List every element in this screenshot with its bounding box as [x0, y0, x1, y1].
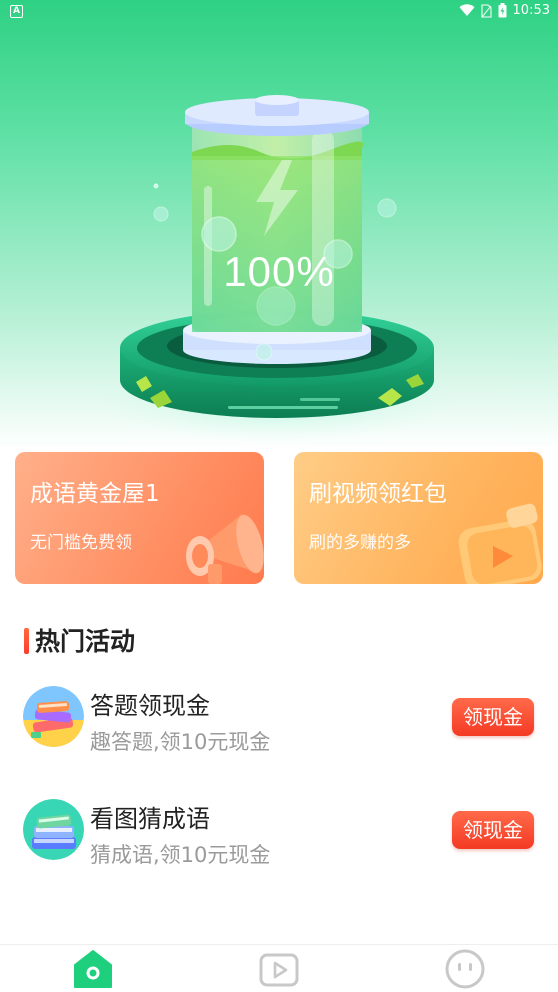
home-icon [74, 950, 112, 988]
bottom-navigation-bar [0, 944, 558, 992]
promo-card-watch-video[interactable]: 刷视频领红包 刷的多赚的多 [294, 452, 543, 584]
section-title-hot-activities: 热门活动 [35, 627, 136, 656]
activity-subtitle: 猜成语,领10元现金 [90, 843, 271, 867]
promo-card-title: 刷视频领红包 [309, 481, 447, 507]
wifi-icon [459, 4, 475, 16]
books-icon [23, 686, 84, 747]
promo-card-subtitle: 无门槛免费领 [30, 533, 132, 553]
clock: 10:53 [512, 3, 550, 18]
activity-title: 答题领现金 [90, 692, 210, 720]
promo-card-subtitle: 刷的多赚的多 [309, 533, 411, 553]
video-play-icon [458, 503, 542, 584]
promo-card-title: 成语黄金屋1 [30, 481, 160, 507]
battery-percent-label: 100% [223, 248, 335, 295]
section-accent-bar [24, 628, 29, 654]
promo-card-idiom-gold-house[interactable]: 成语黄金屋1 无门槛免费领 [15, 452, 264, 584]
book-stack-icon [23, 799, 84, 860]
status-icons: 10:53 [459, 3, 550, 18]
profile-face-icon [445, 949, 485, 989]
battery-status-icon [498, 3, 507, 18]
status-bar: A 10:53 [0, 0, 558, 24]
activity-subtitle: 趣答题,领10元现金 [90, 730, 271, 754]
nav-tab-home[interactable] [71, 947, 115, 991]
nav-tab-profile[interactable] [443, 947, 487, 991]
battery-illustration: 100% [0, 90, 558, 450]
activity-title: 看图猜成语 [90, 805, 210, 833]
claim-cash-button[interactable]: 领现金 [452, 698, 534, 736]
app-screen: A 10:53 100% 成语黄金屋1 无门槛免费领 刷视频领红包 刷的多赚的多… [0, 0, 558, 992]
activity-item-guess-idiom[interactable]: 看图猜成语 猜成语,领10元现金 领现金 [0, 799, 558, 889]
megaphone-icon [186, 514, 264, 584]
nav-tab-video[interactable] [257, 947, 301, 991]
activity-item-quiz[interactable]: 答题领现金 趣答题,领10元现金 领现金 [0, 686, 558, 776]
claim-cash-button[interactable]: 领现金 [452, 811, 534, 849]
video-icon [259, 953, 299, 987]
no-sim-icon [480, 3, 492, 18]
app-notification-icon: A [10, 5, 23, 18]
